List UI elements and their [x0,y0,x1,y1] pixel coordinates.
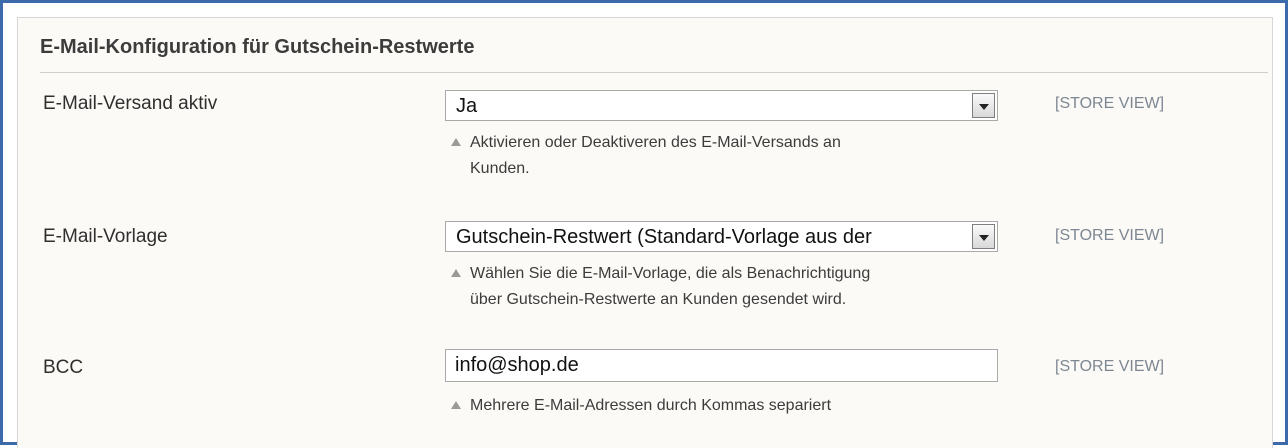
scope-label-bcc: [STORE VIEW] [1055,358,1165,375]
bcc-label: BCC [43,357,84,378]
email-sending-active-value: Ja [456,95,478,117]
bcc-hint: Mehrere E-Mail-Adressen durch Kommas sep… [451,393,1011,419]
bcc-hint-line1: Mehrere E-Mail-Adressen durch Kommas sep… [470,397,832,414]
email-template-value: Gutschein-Restwert (Standard-Vorlage aus… [456,226,872,248]
email-sending-hint-line1: Aktivieren oder Deaktiveren des E-Mail-V… [470,134,841,151]
chevron-down-icon[interactable] [972,224,995,249]
section-divider [40,72,1268,73]
section-title: E-Mail-Konfiguration für Gutschein-Restw… [40,36,475,58]
email-template-hint-line2: über Gutschein-Restwerte an Kunden gesen… [470,291,847,308]
email-template-hint-line1: Wählen Sie die E-Mail-Vorlage, die als B… [470,265,871,282]
triangle-up-icon [451,401,461,409]
email-sending-hint: Aktivieren oder Deaktiveren des E-Mail-V… [451,130,1011,182]
window-frame: E-Mail-Konfiguration für Gutschein-Restw… [0,0,1288,448]
config-fieldset: E-Mail-Konfiguration für Gutschein-Restw… [17,17,1273,448]
scope-label-email-template: [STORE VIEW] [1055,227,1165,244]
scope-label-email-sending: [STORE VIEW] [1055,95,1165,112]
email-sending-active-label: E-Mail-Versand aktiv [43,93,218,114]
email-sending-hint-line2: Kunden. [470,160,530,177]
triangle-up-icon [451,138,461,146]
chevron-down-icon[interactable] [972,93,995,118]
email-template-label: E-Mail-Vorlage [43,226,168,247]
email-sending-active-select[interactable]: Ja [445,90,998,121]
triangle-up-icon [451,269,461,277]
email-template-hint: Wählen Sie die E-Mail-Vorlage, die als B… [451,261,1011,313]
bcc-input[interactable] [445,349,998,382]
email-template-select[interactable]: Gutschein-Restwert (Standard-Vorlage aus… [445,221,998,252]
